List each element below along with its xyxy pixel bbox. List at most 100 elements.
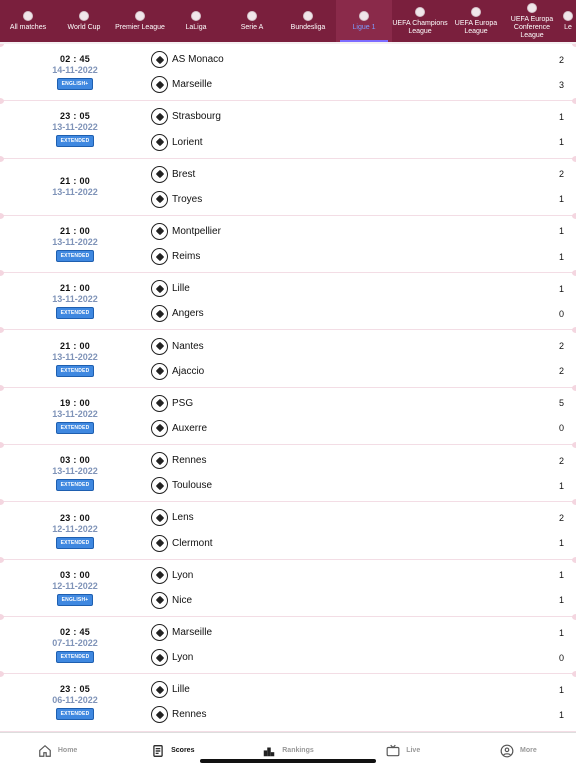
category-tab[interactable]: LaLiga <box>168 0 224 42</box>
tab-home[interactable]: Home <box>0 733 115 768</box>
match-time: 02 : 45 <box>59 627 91 638</box>
match-row[interactable]: 21 : 00 13-11-2022 EXTENDED Montpellier 1 Rei… <box>0 212 576 274</box>
team-score: 1 <box>558 627 564 638</box>
league-logo-icon <box>563 10 573 21</box>
team-row: Ajaccio 2 <box>150 359 576 383</box>
category-tab[interactable]: UEFA Champions League <box>392 0 448 42</box>
match-meta: 03 : 00 12-11-2022 ENGLISH+ <box>0 560 150 616</box>
team-row: PSG 5 <box>150 391 576 415</box>
highlight-badge[interactable]: EXTENDED <box>55 708 95 721</box>
highlight-badge[interactable]: EXTENDED <box>55 421 95 434</box>
team-name: Lens <box>172 512 194 524</box>
match-teams: Rennes 2 Toulouse 1 <box>150 445 576 501</box>
category-tab[interactable]: Le <box>560 0 576 42</box>
team-score: 1 <box>558 137 564 147</box>
highlight-badge[interactable]: ENGLISH+ <box>56 593 94 606</box>
highlight-badge[interactable]: EXTENDED <box>55 250 95 263</box>
team-score: 2 <box>558 366 564 377</box>
league-logo-icon <box>303 10 313 21</box>
football-icon <box>151 362 168 380</box>
team-name: Lorient <box>172 136 203 148</box>
league-logo-icon <box>23 10 33 21</box>
team-row: Nantes 2 <box>150 334 576 358</box>
match-row[interactable]: 21 : 00 13-11-2022 EXTENDED Lille 1 Angers 0 <box>0 270 576 331</box>
category-tab[interactable]: World Cup <box>56 0 112 42</box>
team-name: Auxerre <box>172 422 208 434</box>
football-icon <box>151 394 168 412</box>
match-time: 23 : 05 <box>59 111 91 122</box>
team-name: Clermont <box>172 537 213 549</box>
football-icon <box>151 566 168 584</box>
category-label: World Cup <box>67 23 101 31</box>
league-logo-icon <box>415 6 425 17</box>
team-row: Montpellier 1 <box>150 219 576 243</box>
match-row[interactable]: 19 : 00 13-11-2022 EXTENDED PSG 5 Auxerre 0 <box>0 384 576 446</box>
football-icon <box>151 165 168 183</box>
team-score: 2 <box>558 455 564 466</box>
match-row[interactable]: 03 : 00 13-11-2022 EXTENDED Rennes 2 Toulouse… <box>0 442 576 503</box>
scores-icon <box>153 744 163 757</box>
match-meta: 02 : 45 14-11-2022 ENGLISH+ <box>0 44 150 100</box>
match-time: 03 : 00 <box>59 455 91 466</box>
match-date: 13-11-2022 <box>52 294 98 305</box>
live-tv-icon <box>386 744 400 756</box>
category-tab[interactable]: Bundesliga <box>280 0 336 42</box>
highlight-badge[interactable]: EXTENDED <box>55 135 95 148</box>
category-tab[interactable]: Ligue 1 <box>336 0 392 42</box>
team-score: 2 <box>558 512 564 523</box>
match-meta: 21 : 00 13-11-2022 EXTENDED <box>0 216 150 272</box>
match-teams: Nantes 2 Ajaccio 2 <box>150 330 576 386</box>
team-score: 2 <box>558 54 564 65</box>
team-score: 3 <box>558 79 564 90</box>
team-score: 2 <box>558 169 564 180</box>
match-row[interactable]: 03 : 00 12-11-2022 ENGLISH+ Lyon 1 Nice 1 <box>0 556 576 617</box>
league-logo-icon <box>79 10 89 21</box>
team-row: Strasbourg 1 <box>150 105 576 129</box>
team-row: Lyon 1 <box>150 563 576 587</box>
team-name: AS Monaco <box>172 54 224 66</box>
highlight-badge[interactable]: EXTENDED <box>55 364 95 377</box>
match-date: 13-11-2022 <box>52 351 98 362</box>
match-date: 12-11-2022 <box>52 523 98 534</box>
tab-more[interactable]: More <box>461 733 576 768</box>
tab-rankings-label: Rankings <box>282 747 314 754</box>
football-icon <box>151 305 168 323</box>
category-tab[interactable]: Serie A <box>224 0 280 42</box>
match-time: 21 : 00 <box>59 176 91 187</box>
category-tab[interactable]: UEFA Europa League <box>448 0 504 42</box>
team-name: Nantes <box>172 340 204 352</box>
match-row[interactable]: 23 : 05 06-11-2022 EXTENDED Lille 1 Rennes 1 <box>0 671 576 732</box>
match-row[interactable]: 02 : 45 14-11-2022 ENGLISH+ AS Monaco 2 Marse… <box>0 44 576 102</box>
highlight-badge[interactable]: EXTENDED <box>55 307 95 320</box>
highlight-badge[interactable]: EXTENDED <box>55 479 95 492</box>
highlight-badge[interactable]: EXTENDED <box>55 651 95 664</box>
category-tab[interactable]: All matches <box>0 0 56 42</box>
team-name: Marseille <box>172 79 213 91</box>
league-logo-icon <box>191 10 201 21</box>
category-tab[interactable]: UEFA Europa Conference League <box>504 0 560 42</box>
category-label: UEFA Europa Conference League <box>510 15 554 39</box>
match-row[interactable]: 21 : 00 13-11-2022 Brest 2 Troyes 1 <box>0 155 576 216</box>
team-score: 0 <box>558 423 564 434</box>
football-icon <box>151 534 168 552</box>
tab-live-label: Live <box>406 747 421 754</box>
category-label: Serie A <box>240 23 264 31</box>
team-score: 1 <box>558 111 564 122</box>
match-meta: 21 : 00 13-11-2022 EXTENDED <box>0 330 150 386</box>
category-label: Ligue 1 <box>352 23 376 31</box>
team-row: Marseille 3 <box>150 73 576 97</box>
team-name: Troyes <box>172 193 203 205</box>
match-meta: 21 : 00 13-11-2022 EXTENDED <box>0 273 150 329</box>
match-row[interactable]: 23 : 05 13-11-2022 EXTENDED Strasbourg 1 Lori… <box>0 98 576 159</box>
football-icon <box>151 591 168 609</box>
match-meta: 23 : 05 13-11-2022 EXTENDED <box>0 101 150 157</box>
team-name: Marseille <box>172 627 213 639</box>
team-name: Toulouse <box>172 480 213 492</box>
match-row[interactable]: 02 : 45 07-11-2022 EXTENDED Marseille 1 Lyon 0 <box>0 613 576 675</box>
category-tab[interactable]: Premier League <box>112 0 168 42</box>
match-row[interactable]: 21 : 00 13-11-2022 EXTENDED Nantes 2 Ajaccio 2 <box>0 327 576 388</box>
football-icon <box>151 452 168 470</box>
highlight-badge[interactable]: ENGLISH+ <box>56 78 94 91</box>
highlight-badge[interactable]: EXTENDED <box>55 536 95 549</box>
match-row[interactable]: 23 : 00 12-11-2022 EXTENDED Lens 2 Clermont 1 <box>0 499 576 560</box>
